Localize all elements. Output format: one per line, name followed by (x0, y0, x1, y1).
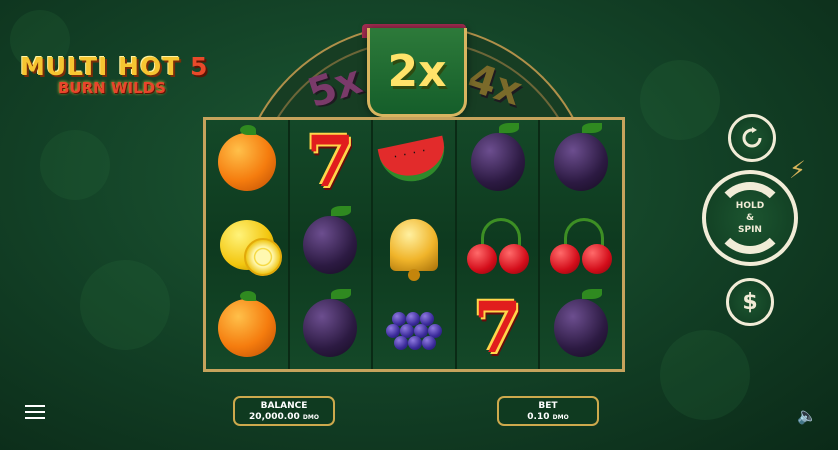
turbo-bolt-icon[interactable]: ⚡ (789, 156, 806, 184)
reel-cell (457, 203, 539, 286)
menu-button[interactable] (25, 405, 45, 423)
seven-symbol: 7 (473, 285, 522, 369)
balance-label: BALANCE (260, 401, 308, 411)
game-subtitle: BURN WILDS (58, 79, 166, 97)
game-title-number: 5 (189, 52, 209, 81)
plum-symbol (554, 122, 609, 191)
cherry-symbol (466, 216, 529, 274)
autoplay-icon (742, 127, 762, 148)
plum-symbol (554, 288, 609, 357)
reel-cell (457, 120, 539, 203)
background-clover (40, 130, 110, 200)
reel-cell: 7 (290, 120, 372, 203)
reel-cell (290, 203, 372, 286)
reel-5 (540, 120, 622, 369)
lemon-symbol (219, 219, 282, 276)
reel-cell (206, 286, 288, 369)
reel-cell (540, 286, 622, 369)
orange-symbol (217, 290, 276, 357)
bell-symbol (389, 218, 438, 281)
plum-symbol (303, 288, 358, 357)
plum-symbol (470, 122, 525, 191)
bet-value: 0.10 DMO (527, 412, 569, 422)
game-logo: MULTI HOT 5 BURN WILDS (20, 52, 208, 97)
balance-value: 20,000.00 DMO (249, 412, 319, 422)
reel-cell (373, 120, 455, 203)
cherry-symbol (550, 216, 613, 274)
reel-cell (540, 120, 622, 203)
seven-symbol: 7 (306, 119, 355, 203)
balance-display: BALANCE 20,000.00 DMO (233, 396, 335, 426)
watermelon-symbol (377, 135, 451, 188)
reel-cell (540, 203, 622, 286)
reel-cell (206, 120, 288, 203)
reel-3 (373, 120, 457, 369)
bet-display[interactable]: BET 0.10 DMO (497, 396, 599, 426)
active-multiplier-value: 2x (387, 45, 447, 97)
background-clover (640, 60, 720, 140)
spin-arrows-icon (714, 182, 786, 254)
plum-symbol (303, 205, 358, 274)
reel-4: 7 (456, 120, 541, 369)
autoplay-button[interactable] (728, 114, 776, 162)
game-title-text: MULTI HOT (20, 52, 181, 81)
reel-cell (373, 286, 455, 369)
bet-label: BET (538, 401, 558, 411)
sound-icon[interactable]: 🔈 (797, 406, 817, 425)
reel-cell (373, 203, 455, 286)
background-clover (80, 260, 170, 350)
game-title: MULTI HOT 5 (20, 52, 208, 81)
reels-grid: 7 7 (203, 117, 625, 372)
reel-1 (206, 120, 290, 369)
reel-cell: 7 (457, 286, 539, 369)
background-clover (660, 330, 750, 420)
reel-2: 7 (289, 120, 374, 369)
bet-settings-button[interactable]: $ (726, 278, 774, 326)
active-multiplier: 2x (367, 28, 467, 117)
orange-symbol (217, 124, 276, 191)
hold-and-spin-button[interactable]: HOLD & SPIN (702, 170, 798, 266)
reel-cell (206, 203, 288, 286)
dollar-icon: $ (742, 289, 758, 315)
grapes-symbol (385, 302, 442, 354)
reel-cell (290, 286, 372, 369)
